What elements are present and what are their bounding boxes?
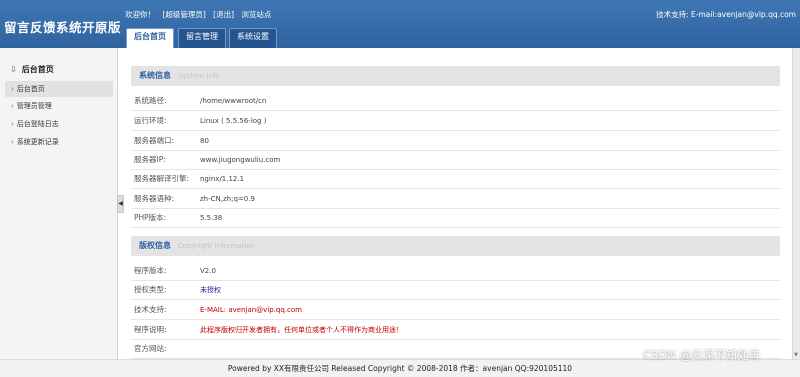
arrow-down-icon: ⇩ <box>10 65 17 74</box>
csdn-watermark: CSDN @云深不知处㊣ <box>643 348 760 362</box>
section-header-copyright-info: 版权信息 Copyright Information <box>131 236 780 256</box>
tab-message-manage[interactable]: 留言管理 <box>178 28 226 48</box>
welcome-text: 欢迎你！ <box>125 10 155 19</box>
sidebar-item-label: 管理员管理 <box>16 102 52 110</box>
tab-system-settings[interactable]: 系统设置 <box>229 28 277 48</box>
info-value: www.jiugongwuliu.com <box>200 156 281 164</box>
chevron-right-icon: › <box>11 138 14 146</box>
welcome-bar: 欢迎你！ [超级管理员] [退出] 浏览站点 <box>125 9 276 20</box>
page-scrollbar[interactable] <box>792 48 800 359</box>
sidebar-item-login-log[interactable]: › 后台登陆日志 <box>5 116 113 132</box>
info-key: 服务器语种: <box>134 194 175 203</box>
info-value: /home/wwwroot/cn <box>200 97 267 105</box>
section-subtitle: System Info <box>178 72 220 80</box>
info-value: zh-CN,zh;q=0.9 <box>200 195 255 203</box>
info-value: 80 <box>200 137 209 145</box>
sidebar-collapse-toggle[interactable]: ◀ <box>117 195 124 213</box>
main-content: 系统信息 System Info 系统路径: /home/wwwroot/cn 运行… <box>128 48 800 359</box>
sidebar-item-label: 系统更新记录 <box>16 138 59 146</box>
info-row: 运行环境: Linux ( 5.5.56-log ) <box>131 111 780 131</box>
info-row: 程序说明: 此程序版权归开发者拥有，任何单位或者个人不得作为商业用途！ <box>131 320 780 340</box>
info-value: V2.0 <box>200 267 216 275</box>
section-title: 版权信息 <box>139 241 171 250</box>
support-email-value: E-MAIL: avenjan@vip.qq.com <box>200 306 302 314</box>
app-title: 留言反馈系统开原版 <box>4 20 122 35</box>
chevron-right-icon: › <box>11 102 14 110</box>
info-row: 服务器语种: zh-CN,zh;q=0.9 <box>131 189 780 209</box>
sidebar-item-admin-manage[interactable]: › 管理员管理 <box>5 98 113 114</box>
info-row: 系统路径: /home/wwwroot/cn <box>131 91 780 111</box>
info-row: 服务器解译引擎: nginx/1.12.1 <box>131 169 780 189</box>
sidebar-title: 后台首页 <box>21 65 54 74</box>
info-key: 程序说明: <box>134 325 167 334</box>
sidebar-item-update-log[interactable]: › 系统更新记录 <box>5 134 113 150</box>
sidebar-item-label: 后台登陆日志 <box>16 120 59 128</box>
info-key: 官方网站: <box>134 344 167 353</box>
info-key: 技术支持: <box>134 305 167 314</box>
browse-site-link[interactable]: 浏览站点 <box>241 10 271 19</box>
info-value: nginx/1.12.1 <box>200 175 245 183</box>
section-subtitle: Copyright Information <box>178 242 255 250</box>
info-row: 服务器端口: 80 <box>131 131 780 151</box>
info-row: 程序版本: V2.0 <box>131 261 780 281</box>
info-row: 授权类型: 未授权 <box>131 280 780 300</box>
chevron-right-icon: › <box>11 85 14 93</box>
support-contact: 技术支持: E-mail:avenjan@vip.qq.com <box>656 10 796 19</box>
info-value: 5.5.38 <box>200 214 223 222</box>
license-type-value: 未授权 <box>200 286 221 294</box>
info-row: 服务器IP: www.jiugongwuliu.com <box>131 150 780 170</box>
info-key: PHP版本: <box>134 213 167 222</box>
info-value: Linux ( 5.5.56-log ) <box>200 117 267 125</box>
tab-home[interactable]: 后台首页 <box>126 28 174 48</box>
scroll-down-arrow-icon[interactable]: ▼ <box>792 351 800 359</box>
sidebar-item-home[interactable]: › 后台首页 <box>5 81 113 97</box>
sidebar: ⇩ 后台首页 › 后台首页 › 管理员管理 › 后台登陆日志 › 系统更新记录 <box>0 48 118 359</box>
info-key: 程序版本: <box>134 266 167 275</box>
section-title: 系统信息 <box>139 71 171 80</box>
user-role-link[interactable]: [超级管理员] <box>162 10 205 19</box>
info-key: 运行环境: <box>134 116 167 125</box>
header-bar: 留言反馈系统开原版 欢迎你！ [超级管理员] [退出] 浏览站点 技术支持: E… <box>0 0 800 48</box>
sidebar-item-label: 后台首页 <box>16 85 45 93</box>
info-row: PHP版本: 5.5.38 <box>131 208 780 228</box>
chevron-right-icon: › <box>11 120 14 128</box>
info-key: 服务器解译引擎: <box>134 174 190 183</box>
sidebar-heading: ⇩ 后台首页 <box>10 64 54 75</box>
info-row: 技术支持: E-MAIL: avenjan@vip.qq.com <box>131 300 780 320</box>
caret-left-icon: ◀ <box>118 200 123 207</box>
info-key: 服务器端口: <box>134 136 175 145</box>
program-notice-value: 此程序版权归开发者拥有，任何单位或者个人不得作为商业用途！ <box>200 326 403 334</box>
logout-link[interactable]: [退出] <box>213 10 234 19</box>
section-header-system-info: 系统信息 System Info <box>131 66 780 86</box>
info-key: 授权类型: <box>134 285 167 294</box>
info-key: 系统路径: <box>134 96 167 105</box>
info-key: 服务器IP: <box>134 155 166 164</box>
